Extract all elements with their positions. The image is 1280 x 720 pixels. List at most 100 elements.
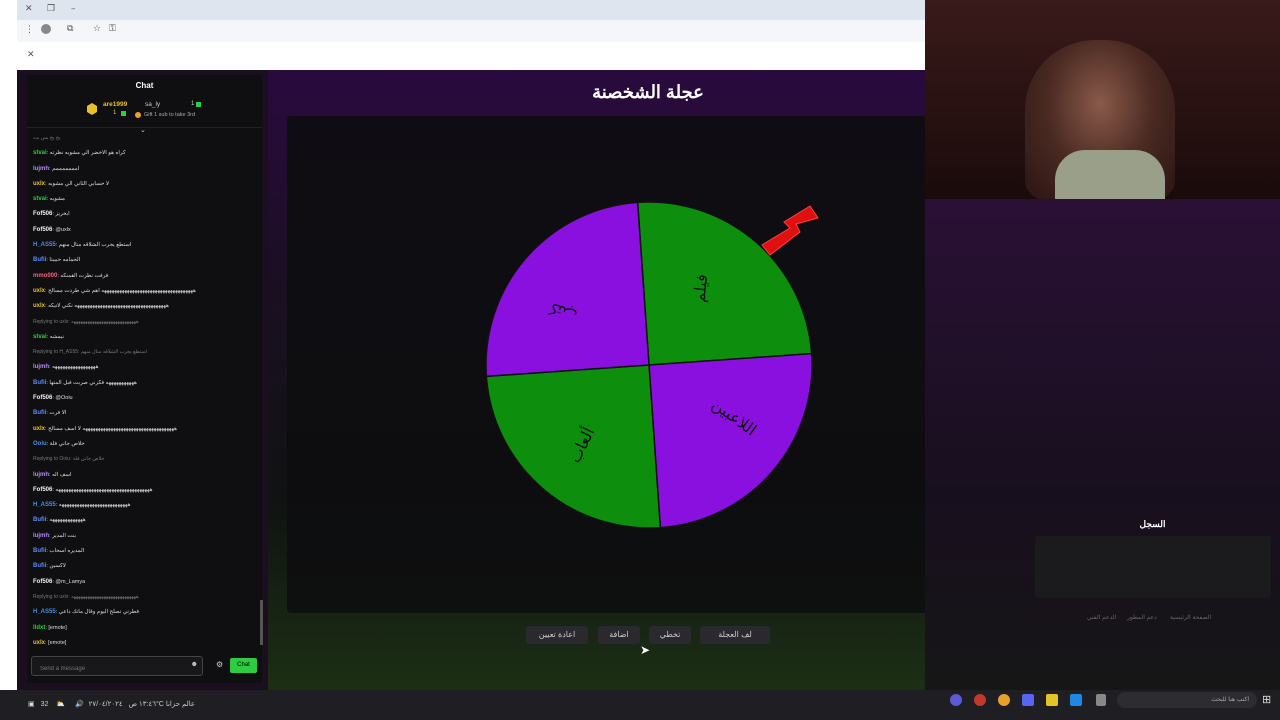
chat-text: نيمشه	[49, 333, 64, 340]
chat-username[interactable]: H_AS55	[33, 609, 56, 615]
chat-username[interactable]: Fof506	[33, 211, 52, 217]
chat-username[interactable]: H_AS55	[33, 502, 56, 508]
gift-icon-2	[196, 102, 201, 107]
chat-text: @uxlx	[55, 226, 71, 233]
chat-username[interactable]: lujmh	[33, 364, 49, 370]
chat-username[interactable]: lujmh	[33, 166, 49, 172]
chat-username[interactable]: Bufii	[33, 380, 46, 386]
settings-gear-icon[interactable]: ⚙	[216, 660, 223, 669]
chat-message: uxlx: [emote]	[33, 636, 259, 651]
chat-text: مشوبه	[49, 196, 65, 203]
chat-message: stvai: كراه هو الاخضر الي مشوبه نظرته	[33, 146, 259, 161]
minimize-window-icon[interactable]: –	[71, 4, 76, 14]
streamer-shirt	[1055, 150, 1165, 199]
chat-username[interactable]: Bufii	[33, 410, 46, 416]
address-bar[interactable]: ⋮ ⧉ ☆ ⚿	[17, 20, 925, 42]
speaker-icon[interactable]: 🔊	[75, 701, 84, 708]
chat-text: هههههههههههههههههه	[52, 364, 99, 371]
chat-username[interactable]: Ooiu	[33, 441, 47, 447]
restore-window-icon[interactable]: ❐	[47, 4, 55, 14]
chat-username[interactable]: uxlx	[33, 640, 45, 646]
chat-username[interactable]: Bufii	[33, 257, 46, 263]
close-window-icon[interactable]: ✕	[25, 4, 33, 14]
clock-time[interactable]: ١٣:٤٦ ص	[129, 701, 156, 708]
chat-text: الحمامه حبيبتا	[49, 257, 81, 264]
chat-username[interactable]: Bufii	[33, 563, 46, 569]
chat-username[interactable]: stvai	[33, 150, 47, 156]
chat-text: خلاص جاني فلة	[49, 440, 85, 447]
reset-button[interactable]: اعادة تعيين	[526, 626, 588, 644]
folder-icon[interactable]	[1046, 694, 1058, 706]
skip-button[interactable]: تخطي	[649, 626, 691, 644]
store-icon[interactable]	[1070, 694, 1082, 706]
chat-text: كراه هو الاخضر الي مشوبه نظرته	[49, 150, 126, 157]
chat-username[interactable]: Bufii	[33, 548, 46, 554]
chrome-icon[interactable]	[998, 694, 1010, 706]
chat-username[interactable]: Bufii	[33, 517, 46, 523]
chat-username[interactable]: stvai	[33, 196, 47, 202]
chat-username[interactable]: uxlx	[33, 288, 45, 294]
footer-tech-support-link[interactable]: الدعم الفني	[1087, 614, 1116, 621]
emoji-icon[interactable]: ☻	[191, 661, 198, 668]
chat-username[interactable]: lldxt	[33, 625, 45, 631]
chat-username[interactable]: Fof506	[33, 227, 52, 233]
chat-username[interactable]: mmo000	[33, 273, 57, 279]
leader-user-2[interactable]: sa_ly	[145, 101, 160, 108]
chat-username[interactable]: uxlx	[33, 181, 45, 187]
chat-message: Bufii: هههههههههههههه	[33, 513, 259, 528]
chat-message: lujmh: هههههههههههههههههه	[33, 360, 259, 375]
clock-date[interactable]: ٢٧/٠٤/٢٠٢٤	[89, 701, 123, 708]
chat-username[interactable]: lujmh	[33, 472, 49, 478]
leader-user-1[interactable]: are1999	[103, 101, 127, 108]
chat-username[interactable]: uxlx	[33, 426, 45, 432]
spin-button[interactable]: لف العجلة	[700, 626, 770, 644]
key-icon[interactable]: ⚿	[109, 24, 116, 34]
chat-text: لاكسين	[49, 563, 66, 570]
chat-text: هههههههههههههههههههههههههههههههههههههه	[55, 486, 153, 493]
chat-text: ههههههههههههههههههههههههههههههههههههه نك…	[48, 303, 169, 310]
chat-username[interactable]: Fof506	[33, 487, 52, 493]
chat-username[interactable]: Fof506	[33, 395, 52, 401]
footer-dev-support-link[interactable]: دعم المطور	[1127, 614, 1157, 621]
chat-send-button[interactable]: Chat	[230, 658, 257, 673]
chat-message: Ooiu: خلاص جاني فلة	[33, 437, 259, 452]
chat-message: Fof506: @m_Lamya	[33, 575, 259, 590]
chat-message: stvai: نيمشه	[33, 330, 259, 345]
chat-message: Replying to Ooiu: خلاص جاني فلة	[33, 452, 259, 467]
bookmark-star-icon[interactable]: ☆	[93, 24, 101, 34]
chat-message: Replying to uxlx: هههههههههههههههههههههه…	[33, 590, 259, 605]
chat-username[interactable]: lujmh	[33, 533, 49, 539]
weather-icon[interactable]: ⛅	[56, 701, 65, 708]
chat-username[interactable]: Fof506	[33, 579, 52, 585]
extensions-icon[interactable]: ⧉	[67, 24, 73, 34]
start-icon[interactable]: ▣	[28, 701, 35, 708]
chat-username[interactable]: H_AS55	[33, 242, 56, 248]
app-icon-1[interactable]	[950, 694, 962, 706]
chat-title: Chat	[135, 81, 154, 90]
chat-scrollbar[interactable]	[260, 600, 263, 645]
chat-username[interactable]: stvai	[33, 334, 47, 340]
add-button[interactable]: اضافة	[598, 626, 640, 644]
chat-text: هههههههههههه فكرني صربت فبل المتها	[49, 379, 137, 386]
chat-input[interactable]	[38, 665, 182, 673]
gift-text[interactable]: Gift 1 sub to take 3rd	[144, 112, 195, 118]
tab-strip: ✕ ❐ –	[17, 0, 925, 20]
close-infobar-icon[interactable]: ✕	[27, 50, 35, 60]
chat-message: Bufii: الحمامه حبيبتا	[33, 253, 259, 268]
chat-input-box[interactable]: ☻	[31, 656, 203, 676]
chat-text: ابخريز	[55, 211, 70, 218]
taskbar-search[interactable]: اكتب هنا للبحث	[1117, 692, 1257, 708]
chat-messages: يخ يخ بس بت stvai: كراه هو الاخضر الي مشو…	[33, 131, 259, 651]
profile-icon[interactable]	[41, 24, 51, 34]
menu-dots-icon[interactable]: ⋮	[25, 25, 34, 35]
windows-start-icon[interactable]: ⊞	[1262, 693, 1271, 706]
app-icon-2[interactable]	[974, 694, 986, 706]
chat-username[interactable]: uxlx	[33, 303, 45, 309]
discord-icon[interactable]	[1022, 694, 1034, 706]
chat-text: Replying to uxlx: هههههههههههههههههههههه…	[33, 318, 139, 325]
chat-message: Replying to H_AS55: استطع يجرب الشلاقه م…	[33, 345, 259, 360]
task-view-icon[interactable]	[1096, 694, 1106, 706]
footer-home-link[interactable]: الصفحة الرئيسية	[1170, 614, 1211, 621]
leader-count-1: 1	[113, 110, 117, 116]
chat-text: Replying to uxlx: هههههههههههههههههههههه…	[33, 593, 139, 600]
